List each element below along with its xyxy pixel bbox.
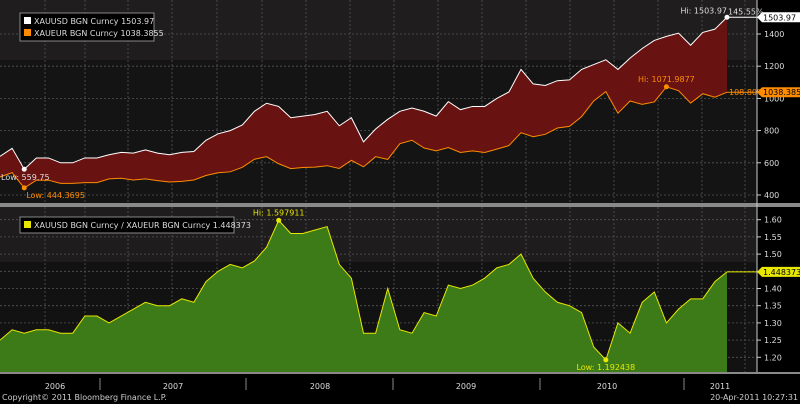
x-tick-label: 2008: [310, 382, 330, 391]
low-label-ratio: Low: 1.192438: [576, 363, 635, 372]
y-tick-label: 600: [764, 159, 779, 168]
y-tick-label: 1.60: [764, 216, 782, 225]
legend-swatch-ratio: [24, 221, 31, 228]
y-tick-label: 1400: [764, 30, 784, 39]
pct-label-xauusd: 145.55%: [728, 7, 764, 16]
y-tick-label: 1.20: [764, 353, 782, 362]
legend-label-ratio: XAUUSD BGN Curncy / XAUEUR BGN Curncy 1.…: [34, 221, 251, 230]
y-tick-label: 800: [764, 127, 779, 136]
timestamp: 20-Apr-2011 10:27:31: [710, 393, 798, 402]
low-marker-ratio: [603, 357, 609, 363]
low-label-xauusd: Low: 559.75: [1, 173, 50, 182]
y-tick-label: 1.25: [764, 336, 782, 345]
y-tick-label: 1.40: [764, 285, 782, 294]
x-tick-label: 2006: [45, 382, 65, 391]
bottom-legend: XAUUSD BGN Curncy / XAUEUR BGN Curncy 1.…: [19, 216, 251, 234]
x-tick-label: 2007: [163, 382, 183, 391]
x-tick-label: 2011: [710, 382, 730, 391]
y-tick-label: 1.30: [764, 319, 782, 328]
pct-label-xaueur: 108.80%: [729, 88, 765, 97]
last-value-tag-ratio: 1.448373: [763, 268, 800, 277]
y-tick-label: 400: [764, 191, 779, 200]
legend-label-xaueur: XAUEUR BGN Curncy 1038.3855: [34, 29, 164, 38]
bloomberg-chart: 4006008001000120014001.201.251.301.351.4…: [0, 0, 800, 404]
panel-divider: [0, 203, 800, 207]
hi-marker-ratio: [276, 217, 282, 223]
last-value-tag-xaueur: 1038.3855: [763, 88, 800, 97]
low-marker-xaueur: [21, 185, 27, 191]
y-tick-label: 1.35: [764, 302, 782, 311]
top-legend: XAUUSD BGN Curncy 1503.97 XAUEUR BGN Cur…: [19, 12, 164, 42]
y-tick-label: 1200: [764, 62, 784, 71]
copyright: Copyright© 2011 Bloomberg Finance L.P.: [2, 393, 167, 402]
legend-label-xauusd: XAUUSD BGN Curncy 1503.97: [34, 17, 154, 26]
last-value-tag-xauusd: 1503.97: [763, 13, 796, 22]
hi-label-xauusd: Hi: 1503.97: [680, 6, 727, 15]
low-label-xaueur: Low: 444.3695: [26, 191, 85, 200]
hi-label-xaueur: Hi: 1071.9877: [638, 75, 695, 84]
x-tick-label: 2010: [597, 382, 617, 391]
xaxis-line: [0, 372, 800, 374]
hi-marker-xaueur: [663, 84, 669, 90]
y-tick-label: 1.50: [764, 250, 782, 259]
legend-swatch-xaueur: [24, 29, 31, 36]
hi-label-ratio: Hi: 1.597911: [253, 208, 305, 217]
y-tick-label: 1.55: [764, 233, 782, 242]
legend-swatch-xauusd: [24, 17, 31, 24]
x-tick-label: 2009: [456, 382, 476, 391]
low-marker-xauusd: [21, 166, 27, 172]
